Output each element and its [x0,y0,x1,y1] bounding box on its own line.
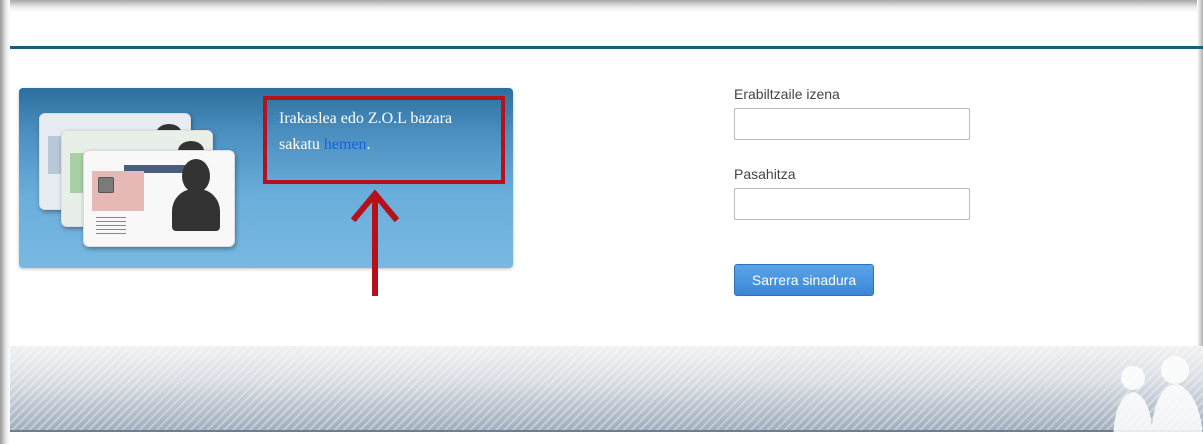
username-input[interactable] [734,108,970,140]
screenshot-shadow-left [0,0,10,444]
arrow-shaft [372,196,378,296]
people-silhouette-icon [1113,356,1203,444]
username-label: Erabiltzaile izena [734,86,840,102]
login-submit-button[interactable]: Sarrera sinadura [734,264,874,296]
person-silhouette-icon [172,159,220,231]
header-rule [10,46,1203,49]
screenshot-shadow-top [0,0,1203,12]
password-input[interactable] [734,188,970,220]
id-card-front [83,150,235,247]
password-label: Pasahitza [734,166,796,182]
footer-bottom [10,432,1203,444]
highlight-box [263,96,505,184]
card-text-lines [96,217,126,237]
card-chip-icon [98,177,114,193]
